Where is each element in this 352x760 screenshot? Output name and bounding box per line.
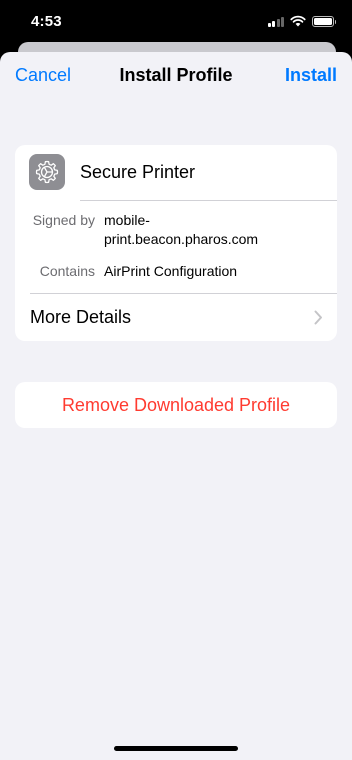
signed-by-value: mobile- print.beacon.pharos.com — [104, 212, 259, 247]
install-button[interactable]: Install — [285, 65, 337, 86]
signed-by-label: Signed by — [32, 212, 95, 228]
profile-name: Secure Printer — [80, 162, 196, 182]
install-profile-sheet: Cancel Install Profile Install Secure Pr… — [0, 52, 352, 760]
remove-profile-label: Remove Downloaded Profile — [61, 395, 291, 415]
contains-value: AirPrint Configuration — [104, 263, 238, 279]
phone-screen: 4:53 Cancel Install Profile Install Secu… — [0, 0, 352, 760]
more-details-row[interactable]: More Details — [15, 293, 337, 341]
gear-icon — [35, 160, 59, 184]
more-details-label: More Details — [30, 307, 132, 327]
navigation-bar: Cancel Install Profile Install — [0, 52, 352, 100]
profile-icon — [29, 154, 65, 190]
contains-label: Contains — [39, 263, 95, 279]
wifi-icon — [290, 15, 306, 27]
divider — [80, 200, 337, 201]
status-icons — [267, 15, 336, 27]
chevron-right-icon — [314, 310, 322, 325]
profile-header: Secure Printer — [15, 145, 337, 201]
profile-card: Secure Printer Signed by mobile- print.b… — [15, 145, 337, 341]
cellular-signal-icon — [267, 16, 284, 27]
battery-icon — [312, 15, 336, 27]
status-time: 4:53 — [31, 13, 62, 30]
remove-profile-button[interactable]: Remove Downloaded Profile — [15, 382, 337, 428]
home-indicator — [114, 746, 238, 751]
status-bar: 4:53 — [0, 0, 352, 44]
